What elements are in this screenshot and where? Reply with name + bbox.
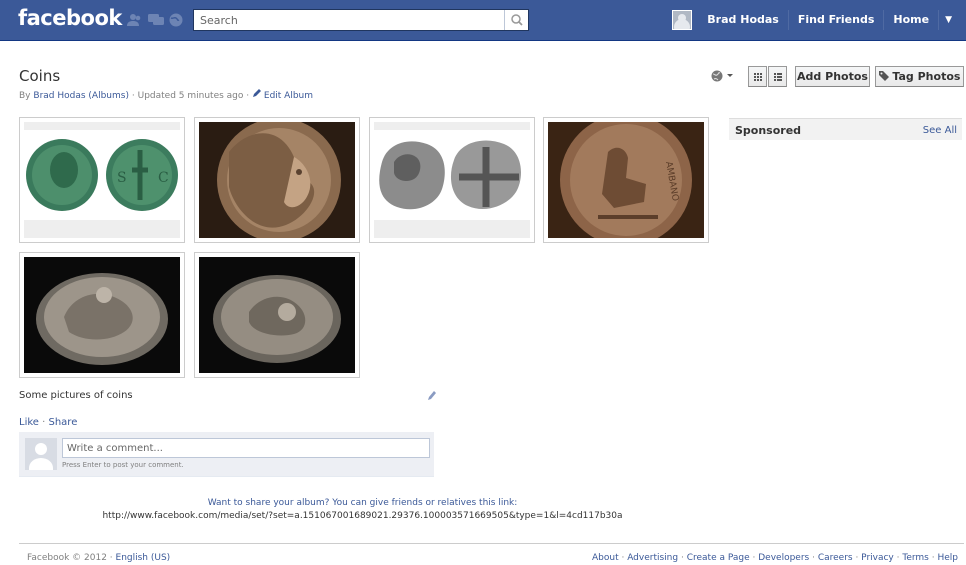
messages-icon[interactable] [148, 13, 164, 27]
footer-link-developers[interactable]: Developers [758, 553, 809, 563]
photo-seated-zeus-coin: AMBANO [548, 122, 704, 238]
comment-input[interactable] [62, 438, 430, 458]
find-friends-link[interactable]: Find Friends [789, 10, 885, 30]
photo-green-coins: S C [24, 122, 180, 238]
photo-worn-coin-2 [199, 257, 355, 373]
comment-avatar [25, 438, 57, 470]
footer-link-create-page[interactable]: Create a Page [687, 553, 750, 563]
like-link[interactable]: Like [19, 417, 39, 428]
home-link[interactable]: Home [884, 10, 940, 30]
photo-thumbnail[interactable] [194, 117, 360, 243]
grid-icon [754, 73, 762, 81]
edit-album-link[interactable]: Edit Album [264, 91, 313, 101]
footer-link-help[interactable]: Help [937, 553, 958, 563]
photo-thumbnail[interactable] [369, 117, 535, 243]
comment-box: Press Enter to post your comment. [19, 432, 434, 477]
search-input[interactable] [194, 10, 494, 30]
edit-description-pencil-icon[interactable] [427, 389, 437, 401]
footer-link-careers[interactable]: Careers [818, 553, 853, 563]
album-description: Some pictures of coins [19, 390, 133, 401]
privacy-selector[interactable] [710, 68, 740, 84]
album-byline: By Brad Hodas (Albums) · Updated 5 minut… [19, 89, 313, 101]
profile-name-link[interactable]: Brad Hodas [698, 10, 789, 30]
globe-icon [711, 70, 733, 82]
search-box [193, 9, 529, 31]
updated-time: Updated 5 minutes ago [137, 91, 244, 101]
avatar[interactable] [672, 10, 693, 30]
account-menu-chevron-down-icon[interactable]: ▼ [939, 15, 958, 25]
list-view-button[interactable] [768, 66, 787, 87]
share-message: Want to share your album? You can give f… [207, 498, 518, 508]
photo-worn-coin-1 [24, 257, 180, 373]
top-bar: facebook Brad Hodas Find Friends Home ▼ [0, 0, 966, 41]
notifications-icon[interactable] [168, 13, 184, 27]
language-link[interactable]: English (US) [116, 553, 171, 563]
facebook-logo[interactable]: facebook [18, 6, 122, 30]
photo-thumbnail[interactable]: AMBANO [543, 117, 709, 243]
photo-thumbnail[interactable]: S C [19, 117, 185, 243]
list-icon [774, 73, 782, 81]
photo-silver-cross-coins [374, 122, 530, 238]
share-url[interactable]: http://www.facebook.com/media/set/?set=a… [0, 511, 725, 521]
separator: · [131, 91, 135, 101]
owner-link[interactable]: Brad Hodas [33, 91, 85, 101]
search-button[interactable] [504, 10, 528, 30]
footer-links: About · Advertising · Create a Page · De… [591, 553, 958, 563]
search-icon [511, 14, 523, 26]
sponsored-header: Sponsored See All [729, 118, 962, 140]
footer: Facebook © 2012 · English (US) About · A… [19, 543, 964, 563]
photo-thumbnail[interactable] [19, 252, 185, 378]
footer-link-privacy[interactable]: Privacy [861, 553, 894, 563]
footer-link-advertising[interactable]: Advertising [627, 553, 678, 563]
sponsored-title: Sponsored [735, 124, 802, 137]
copyright: Facebook © 2012 · [27, 553, 113, 563]
photo-thumbnail[interactable] [194, 252, 360, 378]
separator: · [246, 91, 250, 101]
tag-photos-button[interactable]: Tag Photos [875, 66, 964, 87]
footer-link-terms[interactable]: Terms [902, 553, 929, 563]
see-all-link[interactable]: See All [923, 125, 957, 136]
footer-link-about[interactable]: About [592, 553, 619, 563]
pencil-icon [252, 89, 262, 101]
tag-photos-label: Tag Photos [892, 70, 961, 83]
svg-text:C: C [158, 170, 169, 186]
albums-link[interactable]: (Albums) [88, 91, 129, 101]
comment-hint: Press Enter to post your comment. [62, 461, 184, 469]
tag-icon [878, 71, 889, 81]
page-title: Coins [19, 67, 61, 85]
byline-by: By [19, 91, 31, 101]
like-share-bar: Like · Share [19, 417, 77, 428]
svg-text:S: S [117, 170, 127, 186]
add-photos-button[interactable]: Add Photos [795, 66, 870, 87]
footer-left: Facebook © 2012 · English (US) [27, 553, 170, 563]
nav-right: Brad Hodas Find Friends Home ▼ [672, 0, 958, 40]
photo-heracles-coin [199, 122, 355, 238]
friend-requests-icon[interactable] [127, 13, 143, 27]
share-link[interactable]: Share [48, 417, 77, 428]
grid-view-button[interactable] [748, 66, 767, 87]
